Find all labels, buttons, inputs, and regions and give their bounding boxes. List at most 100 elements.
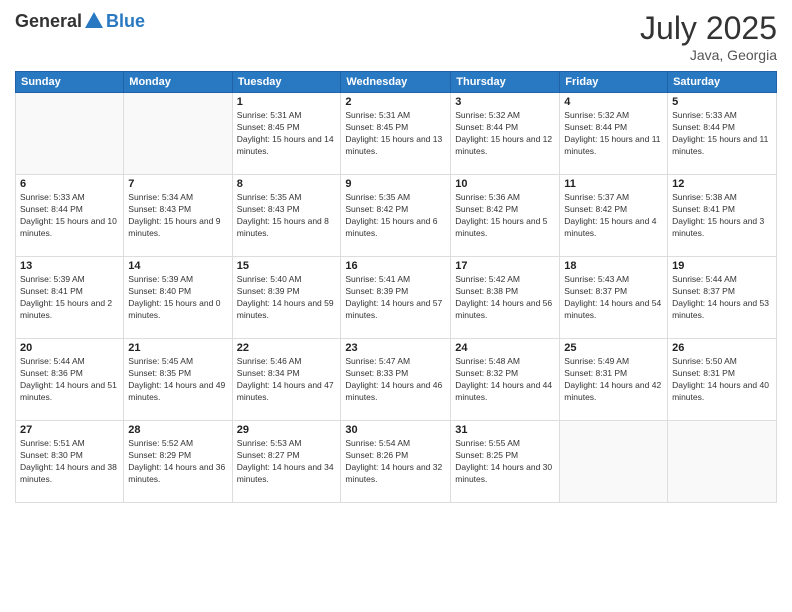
table-row: 26 Sunrise: 5:50 AM Sunset: 8:31 PM Dayli… <box>668 339 777 421</box>
table-row: 6 Sunrise: 5:33 AM Sunset: 8:44 PM Daylig… <box>16 175 124 257</box>
day-number: 31 <box>455 424 555 436</box>
calendar-week-row: 6 Sunrise: 5:33 AM Sunset: 8:44 PM Daylig… <box>16 175 777 257</box>
day-info: Sunrise: 5:43 AM Sunset: 8:37 PM Dayligh… <box>564 274 663 322</box>
day-info: Sunrise: 5:37 AM Sunset: 8:42 PM Dayligh… <box>564 192 663 240</box>
table-row <box>668 421 777 503</box>
table-row: 11 Sunrise: 5:37 AM Sunset: 8:42 PM Dayli… <box>560 175 668 257</box>
header-monday: Monday <box>124 72 232 93</box>
table-row: 9Sunrise: 5:35 AM Sunset: 8:42 PM Daylig… <box>341 175 451 257</box>
table-row: 18 Sunrise: 5:43 AM Sunset: 8:37 PM Dayli… <box>560 257 668 339</box>
day-number: 12 <box>672 178 772 190</box>
table-row <box>16 93 124 175</box>
table-row: 10 Sunrise: 5:36 AM Sunset: 8:42 PM Dayli… <box>451 175 560 257</box>
logo-general: General <box>15 11 82 32</box>
header-tuesday: Tuesday <box>232 72 341 93</box>
day-number: 27 <box>20 424 119 436</box>
calendar-week-row: 13 Sunrise: 5:39 AM Sunset: 8:41 PM Dayli… <box>16 257 777 339</box>
day-number: 23 <box>345 342 446 354</box>
day-number: 10 <box>455 178 555 190</box>
table-row: 17Sunrise: 5:42 AM Sunset: 8:38 PM Dayli… <box>451 257 560 339</box>
day-info: Sunrise: 5:50 AM Sunset: 8:31 PM Dayligh… <box>672 356 772 404</box>
day-number: 1 <box>237 96 337 108</box>
day-number: 3 <box>455 96 555 108</box>
table-row: 22 Sunrise: 5:46 AM Sunset: 8:34 PM Dayli… <box>232 339 341 421</box>
table-row: 12 Sunrise: 5:38 AM Sunset: 8:41 PM Dayli… <box>668 175 777 257</box>
table-row: 4 Sunrise: 5:32 AM Sunset: 8:44 PM Daylig… <box>560 93 668 175</box>
day-number: 2 <box>345 96 446 108</box>
day-info: Sunrise: 5:31 AM Sunset: 8:45 PM Dayligh… <box>237 110 337 158</box>
table-row: 19Sunrise: 5:44 AM Sunset: 8:37 PM Dayli… <box>668 257 777 339</box>
day-number: 18 <box>564 260 663 272</box>
table-row <box>124 93 232 175</box>
day-info: Sunrise: 5:49 AM Sunset: 8:31 PM Dayligh… <box>564 356 663 404</box>
day-info: Sunrise: 5:33 AM Sunset: 8:44 PM Dayligh… <box>20 192 119 240</box>
table-row: 23 Sunrise: 5:47 AM Sunset: 8:33 PM Dayli… <box>341 339 451 421</box>
table-row: 25 Sunrise: 5:49 AM Sunset: 8:31 PM Dayli… <box>560 339 668 421</box>
day-info: Sunrise: 5:52 AM Sunset: 8:29 PM Dayligh… <box>128 438 227 486</box>
day-number: 21 <box>128 342 227 354</box>
table-row: 8 Sunrise: 5:35 AM Sunset: 8:43 PM Daylig… <box>232 175 341 257</box>
day-number: 4 <box>564 96 663 108</box>
day-number: 17 <box>455 260 555 272</box>
day-info: Sunrise: 5:38 AM Sunset: 8:41 PM Dayligh… <box>672 192 772 240</box>
day-number: 26 <box>672 342 772 354</box>
header: General Blue July 2025 Java, Georgia <box>15 10 777 63</box>
table-row: 7 Sunrise: 5:34 AM Sunset: 8:43 PM Daylig… <box>124 175 232 257</box>
day-number: 24 <box>455 342 555 354</box>
day-info: Sunrise: 5:48 AM Sunset: 8:32 PM Dayligh… <box>455 356 555 404</box>
title-location: Java, Georgia <box>640 47 777 63</box>
day-number: 16 <box>345 260 446 272</box>
table-row: 20Sunrise: 5:44 AM Sunset: 8:36 PM Dayli… <box>16 339 124 421</box>
logo-icon <box>83 10 105 32</box>
day-info: Sunrise: 5:41 AM Sunset: 8:39 PM Dayligh… <box>345 274 446 322</box>
table-row: 14 Sunrise: 5:39 AM Sunset: 8:40 PM Dayli… <box>124 257 232 339</box>
day-number: 25 <box>564 342 663 354</box>
table-row: 2Sunrise: 5:31 AM Sunset: 8:45 PM Daylig… <box>341 93 451 175</box>
day-number: 19 <box>672 260 772 272</box>
logo: General Blue <box>15 10 145 32</box>
calendar-table: Sunday Monday Tuesday Wednesday Thursday… <box>15 71 777 503</box>
day-info: Sunrise: 5:51 AM Sunset: 8:30 PM Dayligh… <box>20 438 119 486</box>
table-row: 21 Sunrise: 5:45 AM Sunset: 8:35 PM Dayli… <box>124 339 232 421</box>
table-row: 31 Sunrise: 5:55 AM Sunset: 8:25 PM Dayli… <box>451 421 560 503</box>
table-row: 30Sunrise: 5:54 AM Sunset: 8:26 PM Dayli… <box>341 421 451 503</box>
day-info: Sunrise: 5:35 AM Sunset: 8:43 PM Dayligh… <box>237 192 337 240</box>
day-number: 11 <box>564 178 663 190</box>
day-number: 8 <box>237 178 337 190</box>
table-row: 28 Sunrise: 5:52 AM Sunset: 8:29 PM Dayli… <box>124 421 232 503</box>
title-month: July 2025 <box>640 10 777 47</box>
day-info: Sunrise: 5:39 AM Sunset: 8:40 PM Dayligh… <box>128 274 227 322</box>
day-info: Sunrise: 5:46 AM Sunset: 8:34 PM Dayligh… <box>237 356 337 404</box>
weekday-header-row: Sunday Monday Tuesday Wednesday Thursday… <box>16 72 777 93</box>
calendar-week-row: 1 Sunrise: 5:31 AM Sunset: 8:45 PM Daylig… <box>16 93 777 175</box>
table-row: 29Sunrise: 5:53 AM Sunset: 8:27 PM Dayli… <box>232 421 341 503</box>
day-number: 9 <box>345 178 446 190</box>
day-info: Sunrise: 5:33 AM Sunset: 8:44 PM Dayligh… <box>672 110 772 158</box>
calendar-week-row: 27 Sunrise: 5:51 AM Sunset: 8:30 PM Dayli… <box>16 421 777 503</box>
day-number: 14 <box>128 260 227 272</box>
day-info: Sunrise: 5:39 AM Sunset: 8:41 PM Dayligh… <box>20 274 119 322</box>
day-number: 28 <box>128 424 227 436</box>
day-number: 13 <box>20 260 119 272</box>
table-row: 27 Sunrise: 5:51 AM Sunset: 8:30 PM Dayli… <box>16 421 124 503</box>
table-row <box>560 421 668 503</box>
header-thursday: Thursday <box>451 72 560 93</box>
day-info: Sunrise: 5:36 AM Sunset: 8:42 PM Dayligh… <box>455 192 555 240</box>
day-number: 6 <box>20 178 119 190</box>
table-row: 24 Sunrise: 5:48 AM Sunset: 8:32 PM Dayli… <box>451 339 560 421</box>
day-info: Sunrise: 5:40 AM Sunset: 8:39 PM Dayligh… <box>237 274 337 322</box>
day-info: Sunrise: 5:45 AM Sunset: 8:35 PM Dayligh… <box>128 356 227 404</box>
day-number: 22 <box>237 342 337 354</box>
day-number: 7 <box>128 178 227 190</box>
table-row: 3 Sunrise: 5:32 AM Sunset: 8:44 PM Daylig… <box>451 93 560 175</box>
day-info: Sunrise: 5:32 AM Sunset: 8:44 PM Dayligh… <box>455 110 555 158</box>
day-info: Sunrise: 5:55 AM Sunset: 8:25 PM Dayligh… <box>455 438 555 486</box>
day-info: Sunrise: 5:34 AM Sunset: 8:43 PM Dayligh… <box>128 192 227 240</box>
title-block: July 2025 Java, Georgia <box>640 10 777 63</box>
day-info: Sunrise: 5:47 AM Sunset: 8:33 PM Dayligh… <box>345 356 446 404</box>
header-wednesday: Wednesday <box>341 72 451 93</box>
day-info: Sunrise: 5:44 AM Sunset: 8:36 PM Dayligh… <box>20 356 119 404</box>
day-info: Sunrise: 5:32 AM Sunset: 8:44 PM Dayligh… <box>564 110 663 158</box>
table-row: 16 Sunrise: 5:41 AM Sunset: 8:39 PM Dayli… <box>341 257 451 339</box>
calendar-week-row: 20Sunrise: 5:44 AM Sunset: 8:36 PM Dayli… <box>16 339 777 421</box>
